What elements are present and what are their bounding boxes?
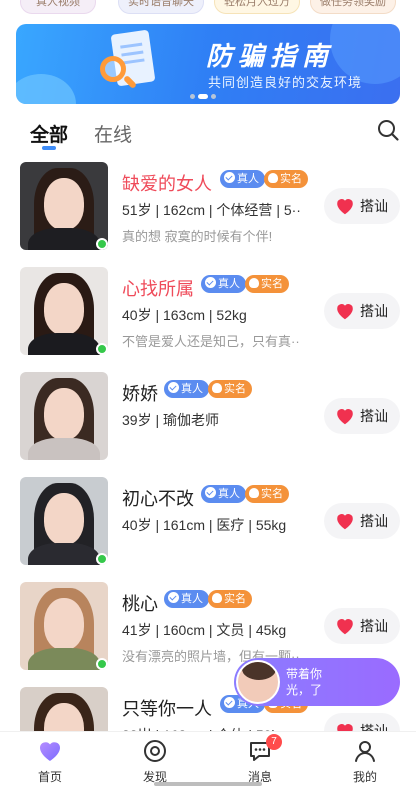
user-info: 51岁 | 162cm | 个体经营 | 5·· [122, 202, 301, 218]
greet-button[interactable]: 搭讪 [324, 398, 400, 434]
nav-item-home[interactable]: 首页 [10, 738, 90, 785]
real-person-badge: 真人 [201, 485, 246, 503]
greet-label: 搭讪 [360, 513, 388, 529]
avatar[interactable] [20, 477, 108, 565]
heart-icon [337, 409, 353, 425]
banner-subtitle: 共同创造良好的交友环境 [208, 75, 363, 90]
profile-icon [355, 741, 375, 762]
heart-icon [337, 619, 353, 635]
home-indicator [154, 782, 262, 786]
verified-name-badge: 实名 [208, 380, 252, 398]
pagination-dot [211, 94, 216, 99]
nav-label: 我的 [352, 770, 377, 784]
verified-name-badge: 实名 [264, 170, 308, 188]
tab-online[interactable]: 在线 [94, 120, 132, 147]
check-icon [224, 697, 235, 708]
search-icon[interactable] [376, 118, 400, 142]
banner-decoration [16, 74, 76, 104]
tab-all[interactable]: 全部 [30, 120, 68, 147]
person-icon [212, 593, 222, 603]
user-name: 娇娇 [122, 384, 158, 404]
avatar[interactable] [20, 372, 108, 460]
greet-label: 搭讪 [360, 198, 388, 214]
user-info: 40岁 | 163cm | 52kg [122, 307, 247, 323]
verified-name-badge: 实名 [208, 590, 252, 608]
verified-name-badge: 实名 [245, 485, 289, 503]
greet-button[interactable]: 搭讪 [324, 293, 400, 329]
check-icon [205, 487, 216, 498]
verified-name-badge: 实名 [245, 275, 289, 293]
floating-message-bubble[interactable]: 带着你 光，了 [234, 658, 400, 706]
nav-item-profile[interactable]: 我的 [325, 738, 405, 785]
user-bio: 不管是爱人还是知己，只有真·· [122, 334, 300, 349]
user-name: 缺爱的女人 [122, 174, 212, 194]
real-person-badge: 真人 [220, 170, 265, 188]
heart-icon [337, 304, 353, 320]
greet-label: 搭讪 [360, 408, 388, 424]
real-person-badge: 真人 [164, 590, 209, 608]
list-item[interactable]: 心找所属 真人 实名 40岁 | 163cm | 52kg 不管是爱人还是知己，… [0, 263, 416, 368]
user-info: 41岁 | 160cm | 文员 | 45kg [122, 622, 287, 638]
online-indicator [96, 658, 108, 670]
check-icon [168, 592, 179, 603]
list-item[interactable]: 初心不改 真人 实名 40岁 | 161cm | 医疗 | 55kg 搭讪 [0, 473, 416, 578]
avatar[interactable] [20, 582, 108, 670]
online-indicator [96, 553, 108, 565]
sender-avatar [236, 660, 280, 704]
greet-button[interactable]: 搭讪 [324, 608, 400, 644]
person-icon [212, 383, 222, 393]
real-person-badge: 真人 [164, 380, 209, 398]
user-name: 心找所属 [122, 279, 194, 299]
chip-video[interactable]: 真人视频 [20, 0, 96, 14]
check-icon [168, 382, 179, 393]
avatar[interactable] [20, 267, 108, 355]
chip-tasks[interactable]: 做任务领奖励 [310, 0, 396, 14]
check-icon [224, 172, 235, 183]
magnifier-icon [100, 56, 126, 82]
chip-voice[interactable]: 实时语音聊天 [118, 0, 204, 14]
person-icon [249, 488, 259, 498]
filter-tabs: 全部 在线 [0, 112, 416, 152]
home-heart-icon [40, 742, 60, 761]
list-item[interactable]: 娇娇 真人 实名 39岁 | 瑜伽老师 搭讪 [0, 368, 416, 473]
banner-pagination [190, 86, 230, 99]
check-icon [205, 277, 216, 288]
nav-item-messages[interactable]: 7 消息 [220, 734, 300, 785]
pagination-dot [190, 94, 195, 99]
feature-chips: 真人视频 实时语音聊天 轻松月入过万 做任务领奖励 [0, 0, 416, 14]
heart-icon [337, 514, 353, 530]
online-indicator [96, 343, 108, 355]
greet-label: 搭讪 [360, 618, 388, 634]
user-info: 40岁 | 161cm | 医疗 | 55kg [122, 517, 287, 533]
person-icon [268, 173, 278, 183]
banner-title: 防骗指南 [206, 41, 335, 71]
greet-button[interactable]: 搭讪 [324, 503, 400, 539]
avatar[interactable] [20, 162, 108, 250]
nav-item-discover[interactable]: 发现 [115, 738, 195, 785]
real-person-badge: 真人 [201, 275, 246, 293]
greet-button[interactable]: 搭讪 [324, 188, 400, 224]
user-name: 桃心 [122, 594, 158, 614]
user-bio: 真的想 寂寞的时候有个伴! [122, 229, 273, 244]
tab-indicator [42, 146, 56, 150]
list-item[interactable]: 缺爱的女人 真人 实名 51岁 | 162cm | 个体经营 | 5·· 真的想… [0, 158, 416, 263]
nav-label: 首页 [37, 770, 62, 784]
heart-icon [337, 199, 353, 215]
floating-message-text: 带着你 光，了 [286, 667, 323, 697]
greet-label: 搭讪 [360, 303, 388, 319]
user-name: 只等你一人 [122, 699, 212, 719]
user-info: 39岁 | 瑜伽老师 [122, 412, 219, 428]
chip-earn[interactable]: 轻松月入过万 [214, 0, 300, 14]
discover-icon [144, 740, 166, 762]
user-name: 初心不改 [122, 489, 194, 509]
pagination-dot-active [198, 94, 208, 99]
online-indicator [96, 238, 108, 250]
person-icon [249, 278, 259, 288]
unread-badge: 7 [266, 734, 282, 750]
